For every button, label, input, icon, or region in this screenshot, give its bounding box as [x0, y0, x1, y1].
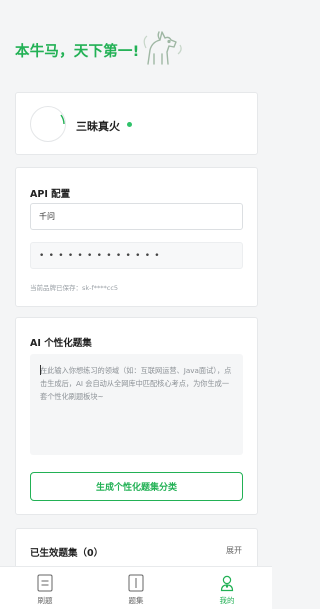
book-icon	[128, 574, 144, 592]
tab-practice-label: 刷题	[37, 596, 53, 605]
api-config-title: API 配置	[30, 189, 71, 200]
saved-key-hint: 当前品牌已保存：sk-f****cc5	[30, 284, 119, 292]
expand-button[interactable]: 展开	[226, 545, 242, 556]
domain-textarea[interactable]	[30, 354, 243, 455]
top-banner: 本牛马，天下第一!	[0, 0, 272, 80]
profile-name: 三昧真火	[76, 120, 120, 133]
question-list-icon	[37, 574, 53, 592]
online-status-dot	[127, 122, 132, 127]
ai-section-title: AI 个性化题集	[30, 338, 92, 349]
tab-mine-label: 我的	[219, 596, 235, 605]
avatar-ring-icon	[60, 114, 65, 125]
tab-mine[interactable]: 我的	[182, 567, 272, 609]
profile-card: 三昧真火	[15, 92, 258, 155]
horse-mascot-icon	[143, 31, 182, 65]
tab-question-sets[interactable]: 题集	[91, 567, 181, 609]
tab-practice[interactable]: 刷题	[0, 567, 90, 609]
api-key-input[interactable]	[30, 242, 243, 269]
generated-sets-title: 已生效题集（0）	[30, 548, 104, 559]
bottom-tabbar: 刷题 题集 我的	[0, 566, 272, 609]
slogan-text: 本牛马，天下第一!	[15, 44, 140, 60]
model-input[interactable]	[30, 203, 243, 230]
api-config-card: API 配置 当前品牌已保存：sk-f****cc5	[15, 167, 258, 307]
ai-question-set-card: AI 个性化题集 生成个性化题集分类	[15, 317, 258, 515]
user-icon	[220, 575, 234, 592]
generate-button[interactable]: 生成个性化题集分类	[30, 472, 243, 501]
tab-question-sets-label: 题集	[128, 596, 144, 605]
avatar[interactable]	[30, 106, 66, 142]
text-caret	[40, 365, 41, 375]
